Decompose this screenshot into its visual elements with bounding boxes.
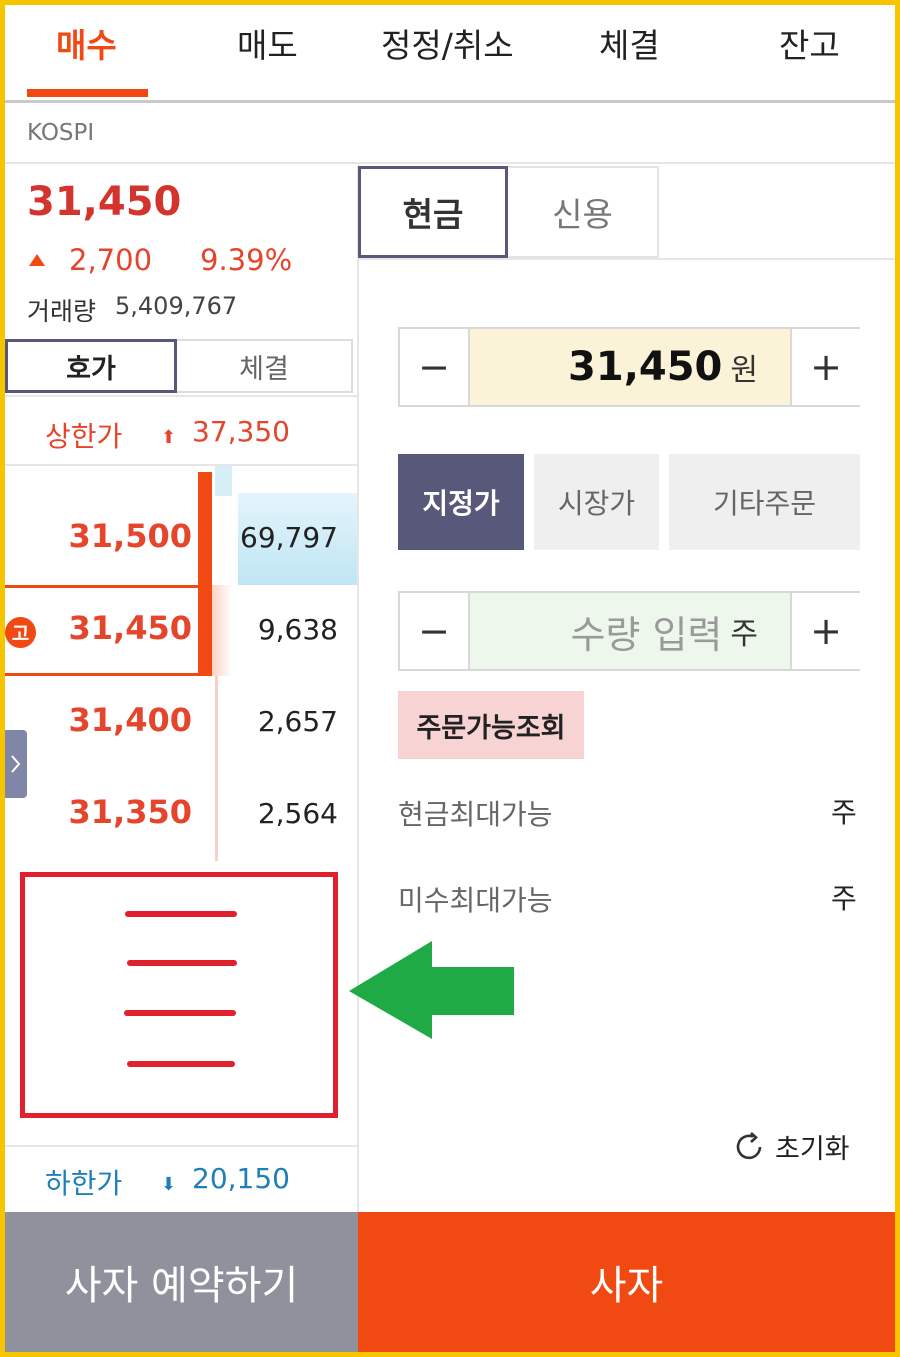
price-minus-button[interactable]: −: [400, 329, 470, 405]
lower-limit-value: 20,150: [192, 1162, 290, 1195]
lower-limit-label: 하한가: [45, 1167, 123, 1200]
annotation-box: [20, 872, 338, 1118]
volume-value: 5,409,767: [115, 292, 238, 320]
price-input[interactable]: 31,450 원: [470, 329, 790, 405]
tab-executions[interactable]: 체결: [599, 19, 660, 67]
up-triangle-icon: [29, 254, 45, 266]
volume-bar: [198, 472, 212, 585]
tab-modify-cancel[interactable]: 정정/취소: [381, 19, 514, 67]
quantity-stepper: − 수량 입력 주 +: [398, 591, 860, 671]
reserve-buy-button[interactable]: 사자 예약하기: [5, 1212, 358, 1352]
column-divider: [357, 165, 359, 1215]
tab-balance[interactable]: 잔고: [779, 19, 840, 67]
hamburger-line: [124, 1010, 236, 1016]
volume-bar: [215, 676, 218, 861]
reset-button[interactable]: 초기화: [733, 1127, 850, 1166]
hamburger-line: [125, 911, 237, 917]
book-row-qty: 9,638: [257, 613, 338, 646]
current-price: 31,450: [27, 179, 182, 225]
buy-button[interactable]: 사자: [358, 1212, 895, 1352]
book-row-price[interactable]: 31,400: [35, 701, 192, 739]
tab-sell[interactable]: 매도: [237, 19, 298, 67]
price-stepper: − 31,450 원 +: [398, 327, 860, 407]
book-row-qty: 69,797: [240, 521, 338, 554]
quantity-minus-button[interactable]: −: [400, 593, 470, 669]
down-arrow-icon: ⬇: [161, 1174, 177, 1195]
cash-mode-button[interactable]: 현금: [358, 166, 508, 258]
volume-bar: [212, 585, 232, 676]
cash-max-unit: 주: [831, 796, 857, 829]
quantity-plus-button[interactable]: +: [790, 593, 860, 669]
margin-max-label: 미수최대가능: [398, 884, 553, 917]
cash-max-label: 현금최대가능: [398, 798, 553, 831]
margin-max-unit: 주: [831, 882, 857, 915]
check-available-button[interactable]: 주문가능조회: [398, 691, 584, 759]
price-unit: 원: [730, 353, 758, 388]
volume-label: 거래량: [27, 297, 97, 326]
high-badge: 고: [5, 617, 36, 648]
quantity-placeholder: 수량 입력: [570, 612, 723, 657]
book-row-qty: 2,657: [257, 705, 338, 738]
hamburger-line: [127, 1061, 235, 1067]
upper-limit-label: 상한가: [45, 420, 123, 453]
chevron-right-icon: [11, 755, 21, 773]
credit-mode-button[interactable]: 신용: [508, 166, 659, 258]
tab-book-executions[interactable]: 체결: [177, 339, 353, 393]
price-change: 2,700: [69, 243, 153, 277]
book-row-price[interactable]: 31,500: [35, 517, 192, 555]
divider: [358, 258, 895, 260]
divider: [5, 162, 895, 164]
side-panel-toggle[interactable]: [5, 730, 27, 798]
top-tab-bar: 매수 매도 정정/취소 체결 잔고: [5, 5, 895, 103]
refresh-icon: [736, 1131, 762, 1159]
left-arrow-icon: [349, 941, 514, 1039]
active-tab-indicator: [27, 89, 148, 97]
price-plus-button[interactable]: +: [790, 329, 860, 405]
book-row-qty: 2,564: [257, 797, 338, 830]
volume-bar: [215, 466, 232, 496]
quantity-unit: 주: [730, 617, 758, 652]
book-row-price[interactable]: 31,350: [35, 793, 192, 831]
limit-order-button[interactable]: 지정가: [398, 454, 524, 550]
price-value: 31,450: [568, 344, 723, 390]
market-label: KOSPI: [27, 120, 95, 146]
order-screen: 매수 매도 정정/취소 체결 잔고 KOSPI 31,450 2,700 9.3…: [5, 5, 895, 1352]
up-arrow-icon: ⬆: [161, 427, 177, 448]
divider: [5, 464, 357, 466]
reset-label: 초기화: [775, 1134, 850, 1165]
divider: [5, 1145, 357, 1147]
market-order-button[interactable]: 시장가: [534, 454, 659, 550]
upper-limit-value: 37,350: [192, 415, 290, 448]
tab-orderbook[interactable]: 호가: [5, 339, 177, 393]
book-row-price[interactable]: 31,450: [35, 609, 192, 647]
quantity-input[interactable]: 수량 입력 주: [470, 593, 790, 669]
tab-buy[interactable]: 매수: [56, 19, 117, 67]
hamburger-line: [127, 960, 237, 966]
other-order-button[interactable]: 기타주문: [669, 454, 860, 550]
price-change-percent: 9.39%: [200, 243, 293, 277]
divider: [5, 395, 357, 397]
